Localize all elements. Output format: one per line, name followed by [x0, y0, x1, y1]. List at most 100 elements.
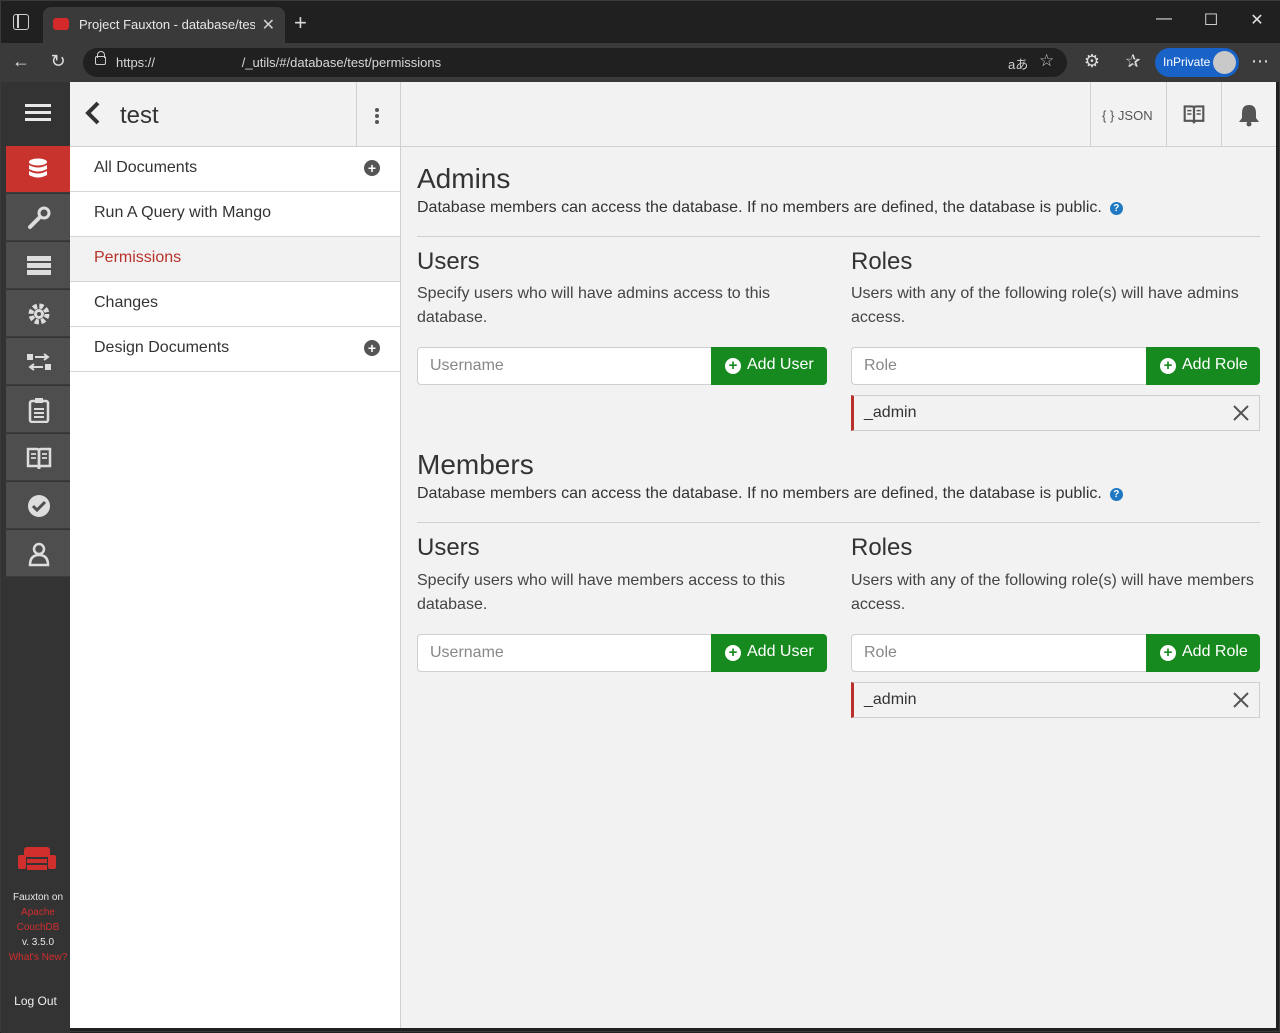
add-user-label: Add User — [747, 643, 814, 660]
help-icon[interactable]: ? — [1109, 202, 1123, 215]
help-icon[interactable]: ? — [1109, 488, 1123, 501]
add-document-icon[interactable]: + — [364, 160, 380, 176]
nav-active-tasks[interactable] — [6, 242, 70, 289]
brand-info: Fauxton on Apache CouchDB v. 3.5.0 What'… — [1, 890, 75, 965]
apache-link[interactable]: Apache — [1, 905, 75, 920]
sidebar-item-all-documents[interactable]: All Documents + — [70, 147, 400, 192]
maximize-icon[interactable]: ☐ — [1196, 10, 1226, 30]
back-icon[interactable]: ← — [9, 51, 33, 72]
sidebar-toggle-icon[interactable] — [13, 14, 29, 30]
plus-circle-icon: + — [1160, 358, 1176, 374]
members-add-user-button[interactable]: + Add User — [711, 634, 827, 672]
whats-new-link[interactable]: What's New? — [1, 950, 75, 965]
sidebar-item-design-documents[interactable]: Design Documents + — [70, 327, 400, 372]
couchdb-favicon-icon — [53, 18, 69, 30]
clipboard-icon — [28, 398, 50, 423]
header-divider — [400, 82, 401, 147]
address-bar-row: ← ↻ https:// /_utils/#/database/test/per… — [1, 43, 1280, 82]
favorite-star-icon[interactable]: ☆ — [1039, 51, 1054, 71]
nav-setup[interactable] — [6, 194, 70, 241]
kebab-menu-icon[interactable] — [375, 108, 379, 126]
remove-role-icon[interactable] — [1231, 690, 1251, 710]
lock-icon[interactable] — [95, 51, 106, 65]
logout-link[interactable]: Log Out — [1, 994, 70, 1008]
members-role-field[interactable] — [851, 634, 1147, 672]
sidebar-item-permissions[interactable]: Permissions — [70, 237, 400, 282]
members-username-input[interactable] — [418, 635, 711, 671]
version-label: v. 3.5.0 — [21, 937, 55, 948]
sidebar-item-changes[interactable]: Changes — [70, 282, 400, 327]
tab-close-icon[interactable]: ✕ — [262, 15, 275, 35]
admins-role-field[interactable] — [851, 347, 1147, 385]
admins-username-input[interactable] — [418, 348, 711, 384]
admins-username-field[interactable] — [417, 347, 712, 385]
nav-verify[interactable] — [6, 482, 70, 529]
remove-role-icon[interactable] — [1231, 403, 1251, 423]
permissions-panel: Admins Database members can access the d… — [401, 147, 1276, 1028]
members-add-role-button[interactable]: + Add Role — [1146, 634, 1260, 672]
header-divider — [1166, 82, 1167, 147]
section-divider — [417, 522, 1260, 523]
address-bar[interactable]: https:// /_utils/#/database/test/permiss… — [83, 48, 1067, 77]
section-divider — [417, 236, 1260, 237]
admins-add-role-button[interactable]: + Add Role — [1146, 347, 1260, 385]
window-close-icon[interactable]: ✕ — [1242, 10, 1272, 30]
admins-role-tag: _admin — [851, 395, 1260, 431]
json-button[interactable]: { } JSON — [1102, 108, 1153, 123]
replication-icon — [27, 353, 51, 371]
documentation-book-icon[interactable] — [1183, 103, 1205, 125]
members-roles-description: Users with any of the following role(s) … — [851, 572, 1254, 613]
couchdb-link[interactable]: CouchDB — [1, 920, 75, 935]
nav-replication[interactable] — [6, 338, 70, 385]
inprivate-label: InPrivate — [1163, 55, 1211, 69]
check-circle-icon — [28, 495, 50, 517]
read-aloud-icon[interactable]: aあ — [1008, 54, 1028, 73]
members-username-field[interactable] — [417, 634, 712, 672]
hamburger-menu-icon[interactable] — [1, 82, 70, 146]
inprivate-badge[interactable]: InPrivate — [1155, 48, 1239, 77]
refresh-icon[interactable]: ↻ — [46, 51, 70, 72]
title-bar: Project Fauxton - database/test/permissi… — [1, 1, 1280, 43]
nav-user[interactable] — [6, 530, 70, 577]
server-icon — [27, 256, 51, 275]
add-role-label: Add Role — [1182, 643, 1248, 660]
new-tab-icon[interactable]: + — [294, 10, 307, 36]
notifications-bell-icon[interactable] — [1238, 103, 1260, 127]
role-tag-label: _admin — [864, 404, 917, 421]
brand-line1: Fauxton on — [12, 892, 64, 903]
sidebar-item-mango-query[interactable]: Run A Query with Mango — [70, 192, 400, 237]
favorites-icon[interactable]: ✰ — [1121, 51, 1145, 72]
add-design-document-icon[interactable]: + — [364, 340, 380, 356]
members-title: Members — [417, 449, 534, 480]
members-role-input[interactable] — [852, 635, 1146, 671]
nav-configuration[interactable] — [6, 290, 70, 337]
admins-users-title: Users — [417, 248, 480, 275]
back-arrow-icon[interactable] — [82, 100, 104, 126]
browser-window: Project Fauxton - database/test/permissi… — [0, 0, 1280, 1033]
user-icon — [28, 542, 50, 567]
extensions-icon[interactable]: ⚙ — [1080, 51, 1104, 72]
sidebar-item-label: All Documents — [94, 159, 198, 176]
nav-databases[interactable] — [6, 146, 70, 193]
page-header: test { } JSON — [70, 82, 1276, 147]
url-text[interactable]: https:// /_utils/#/database/test/permiss… — [116, 55, 441, 70]
header-divider — [1090, 82, 1091, 147]
database-name: test — [120, 102, 159, 129]
minimize-icon[interactable]: — — [1149, 10, 1179, 28]
book-icon — [26, 447, 52, 470]
nav-active-tasks-list[interactable] — [6, 386, 70, 433]
primary-nav: Fauxton on Apache CouchDB v. 3.5.0 What'… — [1, 82, 70, 1033]
admins-roles-description: Users with any of the following role(s) … — [851, 285, 1239, 326]
browser-tab[interactable]: Project Fauxton - database/test/permissi… — [43, 7, 285, 43]
role-tag-label: _admin — [864, 691, 917, 708]
nav-documentation[interactable] — [6, 434, 70, 481]
members-description-text: Database members can access the database… — [417, 485, 1102, 502]
admins-description: Database members can access the database… — [417, 199, 1123, 217]
admins-role-input[interactable] — [852, 348, 1146, 384]
more-options-icon[interactable]: ⋯ — [1248, 51, 1272, 72]
members-description: Database members can access the database… — [417, 485, 1123, 503]
plus-circle-icon: + — [725, 358, 741, 374]
wrench-icon — [28, 206, 51, 229]
database-sidebar: All Documents + Run A Query with Mango P… — [70, 147, 401, 1028]
admins-add-user-button[interactable]: + Add User — [711, 347, 827, 385]
